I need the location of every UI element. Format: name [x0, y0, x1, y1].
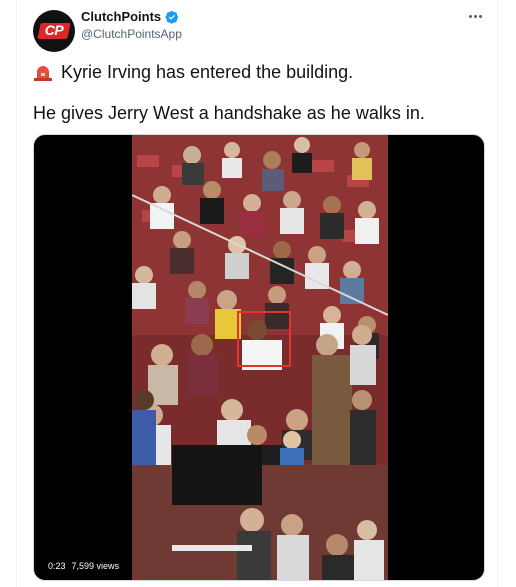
video-time: 0:23 — [48, 561, 66, 571]
verified-badge-icon — [165, 10, 179, 24]
author-name-row: ClutchPoints — [81, 9, 179, 24]
tweet-card[interactable]: CP ClutchPoints @ClutchPointsApp Kyrie I… — [16, 0, 498, 587]
author-handle[interactable]: @ClutchPointsApp — [81, 27, 182, 41]
video-stats-badge: 0:23 7,599 views — [42, 558, 126, 574]
video-player[interactable]: 0:23 7,599 views — [33, 134, 485, 581]
tweet-text-1: Kyrie Irving has entered the building. — [61, 62, 354, 82]
avatar[interactable]: CP — [33, 10, 75, 52]
more-options-icon[interactable] — [465, 8, 485, 24]
video-views: 7,599 views — [71, 561, 120, 571]
siren-emoji-icon — [34, 65, 52, 81]
tweet-text-line-2: He gives Jerry West a handshake as he wa… — [33, 103, 425, 123]
author-display-name[interactable]: ClutchPoints — [81, 9, 161, 24]
video-frame[interactable] — [132, 135, 388, 580]
avatar-logo-text: CP — [44, 22, 64, 38]
tweet-text-line-1: Kyrie Irving has entered the building. — [33, 62, 353, 83]
video-still-image — [132, 135, 388, 580]
